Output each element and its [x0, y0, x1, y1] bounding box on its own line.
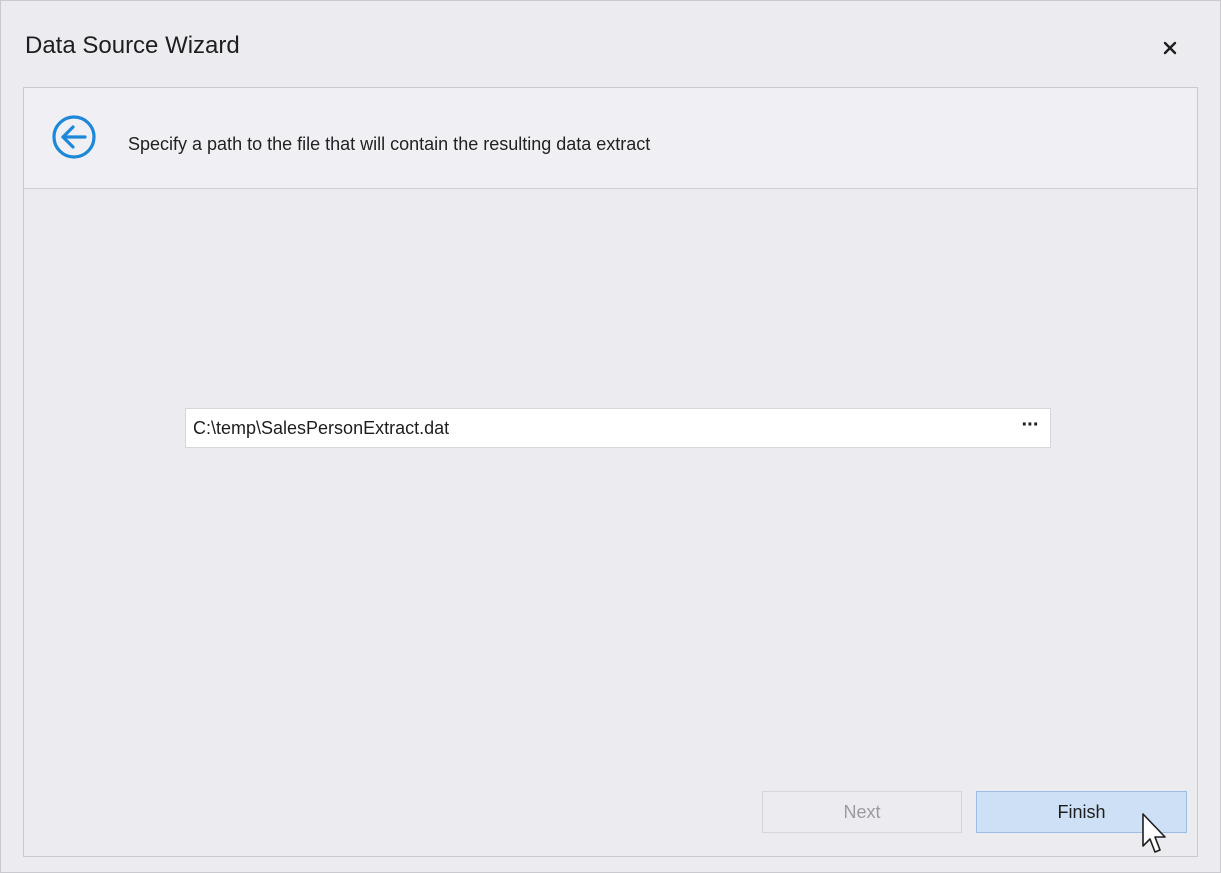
close-button[interactable]	[1159, 37, 1181, 59]
browse-button[interactable]: ···	[1016, 413, 1044, 443]
file-path-editor[interactable]: ···	[185, 408, 1051, 448]
back-arrow-icon	[52, 115, 96, 159]
back-button[interactable]	[50, 113, 98, 161]
window-title: Data Source Wizard	[25, 32, 240, 59]
wizard-content: Specify a path to the file that will con…	[23, 87, 1198, 857]
file-path-input[interactable]	[193, 418, 993, 439]
wizard-header: Specify a path to the file that will con…	[24, 88, 1197, 189]
wizard-window: Data Source Wizard Specify a path to the…	[0, 0, 1221, 873]
wizard-instruction: Specify a path to the file that will con…	[128, 134, 651, 154]
close-icon	[1163, 41, 1177, 55]
title-bar: Data Source Wizard	[1, 1, 1220, 87]
next-button[interactable]: Next	[762, 791, 962, 833]
finish-button[interactable]: Finish	[976, 791, 1187, 833]
